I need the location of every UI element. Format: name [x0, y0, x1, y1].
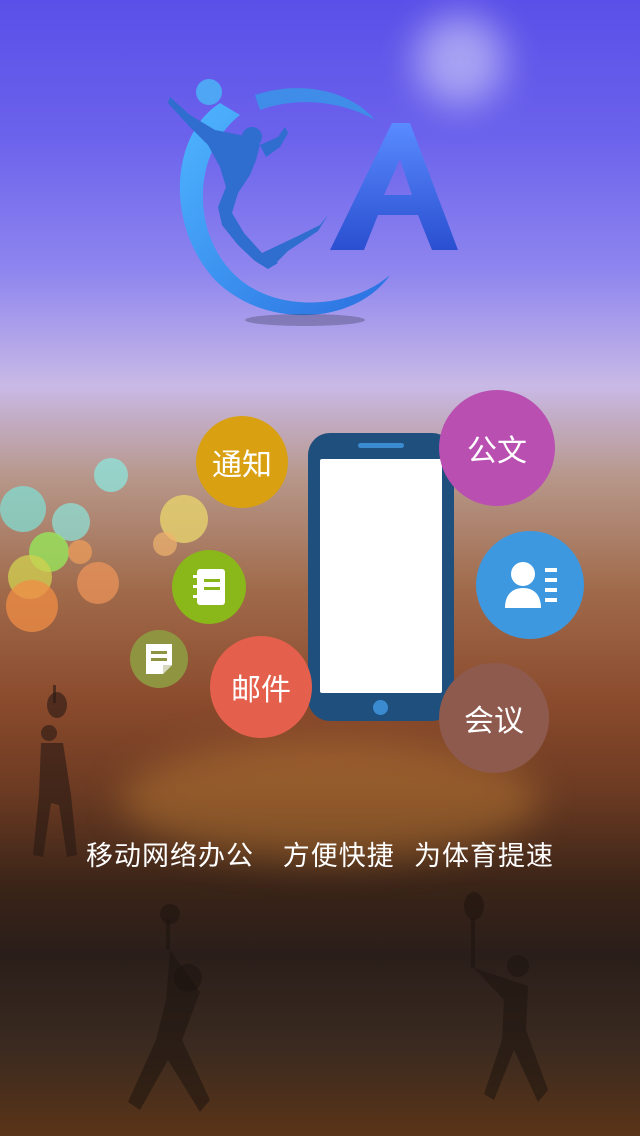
- bokeh-circle: [77, 562, 119, 604]
- player-silhouette-left: [128, 904, 210, 1112]
- bokeh-circle: [0, 486, 46, 532]
- phone-illustration: [308, 433, 454, 721]
- document-label: 公文: [467, 434, 527, 469]
- document-bubble[interactable]: 公文: [439, 390, 555, 506]
- app-logo: [168, 79, 458, 326]
- bokeh-circle: [68, 540, 92, 564]
- notebook-icon: [193, 569, 225, 605]
- phone-home-button: [373, 700, 388, 715]
- contacts-bubble[interactable]: [476, 531, 584, 639]
- notebook-bubble[interactable]: [172, 550, 246, 624]
- bokeh-circle: [6, 580, 58, 632]
- mail-bubble[interactable]: 邮件: [210, 636, 312, 738]
- bokeh-circle: [153, 532, 177, 556]
- notice-label: 通知: [212, 448, 272, 483]
- note-icon: [146, 644, 172, 674]
- phone-speaker: [358, 443, 404, 448]
- badminton-player-silhouette: [464, 892, 548, 1102]
- bokeh-circle: [94, 458, 128, 492]
- phone-screen: [320, 459, 442, 693]
- mail-label: 邮件: [231, 673, 291, 708]
- meeting-label: 会议: [464, 704, 524, 739]
- note-bubble[interactable]: [130, 630, 188, 688]
- notice-bubble[interactable]: 通知: [196, 416, 288, 508]
- slogan-text: 移动网络办公 方便快捷 为体育提速: [86, 841, 554, 872]
- contacts-icon: [505, 562, 557, 608]
- meeting-bubble[interactable]: 会议: [439, 663, 549, 773]
